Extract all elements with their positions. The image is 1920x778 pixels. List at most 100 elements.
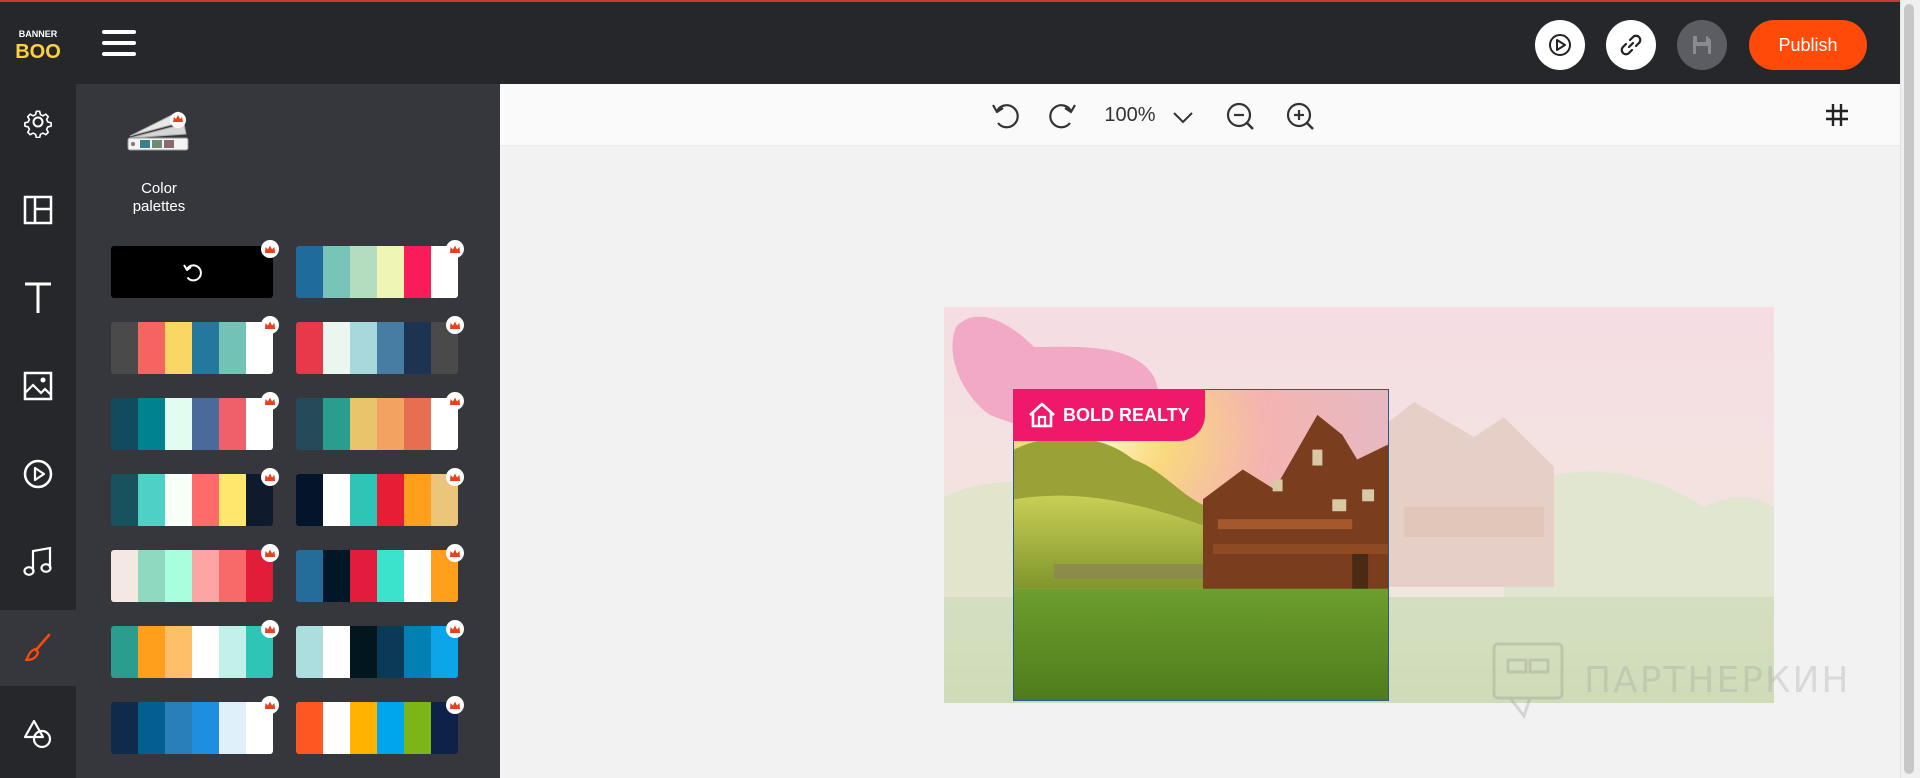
- palette-swatch[interactable]: [296, 620, 464, 678]
- palette-colors: [296, 474, 458, 526]
- palette-swatch[interactable]: [111, 468, 279, 526]
- zoom-dropdown[interactable]: [1166, 100, 1200, 134]
- palette-color-cell: [404, 626, 431, 678]
- panel-title: Color palettes: [118, 180, 200, 216]
- brand-badge[interactable]: BOLD REALTY: [1013, 389, 1205, 441]
- palette-color-cell: [323, 474, 350, 526]
- palette-color-cell: [192, 626, 219, 678]
- watermark: ПАРТНЕРКИН: [1490, 640, 1890, 720]
- palette-color-cell: [219, 398, 246, 450]
- premium-badge: [261, 544, 279, 562]
- palette-color-cell: [192, 322, 219, 374]
- palette-color-cell: [404, 398, 431, 450]
- share-link-button[interactable]: [1606, 20, 1656, 70]
- canvas-toolbar: [500, 84, 1900, 146]
- undo-button[interactable]: [988, 98, 1022, 132]
- palette-color-cell: [350, 246, 377, 298]
- palette-swatch[interactable]: [111, 544, 279, 602]
- palette-color-cell: [111, 702, 138, 754]
- palette-color-cell: [323, 626, 350, 678]
- palette-swatch[interactable]: [296, 240, 464, 298]
- premium-badge: [261, 620, 279, 638]
- reset-palette-swatch[interactable]: [111, 240, 279, 298]
- premium-badge: [446, 392, 464, 410]
- publish-button[interactable]: Publish: [1749, 20, 1867, 70]
- palette-colors: [111, 474, 273, 526]
- palette-swatch[interactable]: [296, 468, 464, 526]
- svg-text:BOO: BOO: [16, 41, 60, 62]
- palette-swatch[interactable]: [296, 316, 464, 374]
- redo-button[interactable]: [1046, 98, 1080, 132]
- crown-icon: [265, 701, 275, 709]
- palette-swatch[interactable]: [296, 392, 464, 450]
- play-icon: [23, 459, 53, 489]
- palette-colors: [111, 550, 273, 602]
- palette-swatch[interactable]: [111, 392, 279, 450]
- palette-color-cell: [296, 702, 323, 754]
- music-icon: [23, 546, 52, 576]
- sidebar-item-layouts[interactable]: [0, 172, 76, 248]
- zoom-out-icon: [1226, 102, 1254, 130]
- preview-button[interactable]: [1535, 20, 1585, 70]
- sidebar-item-animations[interactable]: [0, 436, 76, 512]
- palette-color-cell: [111, 626, 138, 678]
- palette-color-cell: [323, 398, 350, 450]
- palette-color-cell: [377, 474, 404, 526]
- palette-color-cell: [377, 702, 404, 754]
- sidebar-item-shapes[interactable]: [0, 696, 76, 772]
- panel-title-line1: Color: [141, 180, 177, 197]
- zoom-in-button[interactable]: [1284, 100, 1318, 134]
- tool-sidebar: [0, 84, 76, 778]
- image-icon: [23, 371, 53, 401]
- text-icon: [25, 282, 51, 313]
- palette-color-cell: [323, 322, 350, 374]
- watermark-text: ПАРТНЕРКИН: [1584, 659, 1851, 701]
- grid-toggle-button[interactable]: [1820, 98, 1854, 132]
- crown-icon: [265, 625, 275, 633]
- premium-badge: [446, 696, 464, 714]
- brush-icon: [24, 633, 51, 662]
- premium-badge: [261, 240, 279, 258]
- zoom-in-icon: [1286, 102, 1314, 130]
- palette-colors: [296, 702, 458, 754]
- top-bar: BANNER BOO Publish: [0, 0, 1920, 84]
- chevron-down-icon: [1173, 112, 1193, 124]
- palette-color-cell: [219, 702, 246, 754]
- palette-color-cell: [138, 398, 165, 450]
- premium-badge: [446, 316, 464, 334]
- scrollbar-thumb[interactable]: [1904, 4, 1914, 774]
- layout-icon: [23, 195, 53, 225]
- palette-color-cell: [111, 474, 138, 526]
- palette-color-cell: [377, 322, 404, 374]
- undo-icon: [992, 104, 1019, 129]
- palette-color-cell: [192, 474, 219, 526]
- sidebar-item-design[interactable]: [0, 610, 76, 686]
- palette-colors: [296, 322, 458, 374]
- bannerboo-logo[interactable]: BANNER BOO: [16, 26, 60, 62]
- sidebar-item-audio[interactable]: [0, 524, 76, 600]
- palette-swatch[interactable]: [296, 544, 464, 602]
- zoom-level[interactable]: 100%: [1100, 104, 1160, 127]
- menu-button[interactable]: [102, 30, 136, 58]
- crown-icon: [450, 245, 460, 253]
- premium-badge: [261, 316, 279, 334]
- play-circle-icon: [1549, 34, 1571, 56]
- palette-colors: [111, 626, 273, 678]
- crown-icon: [265, 473, 275, 481]
- watermark-logo-icon: [1492, 642, 1564, 720]
- palette-swatch[interactable]: [111, 316, 279, 374]
- sidebar-item-images[interactable]: [0, 348, 76, 424]
- crown-icon: [450, 549, 460, 557]
- save-button[interactable]: [1677, 20, 1727, 70]
- palette-color-cell: [350, 322, 377, 374]
- palette-color-cell: [165, 626, 192, 678]
- sidebar-item-settings[interactable]: [0, 84, 76, 160]
- zoom-out-button[interactable]: [1224, 100, 1258, 134]
- palette-color-cell: [404, 702, 431, 754]
- sidebar-item-text[interactable]: [0, 260, 76, 336]
- palette-color-cell: [165, 398, 192, 450]
- palette-swatch[interactable]: [111, 696, 279, 754]
- palette-swatch[interactable]: [296, 696, 464, 754]
- palette-color-cell: [350, 398, 377, 450]
- palette-swatch[interactable]: [111, 620, 279, 678]
